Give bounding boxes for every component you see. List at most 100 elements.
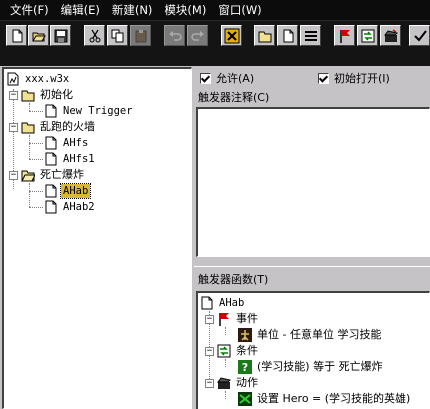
tree-root-label: xxx.w3x xyxy=(25,73,70,85)
tree-trigger-label: New Trigger xyxy=(63,105,133,117)
function-root-item[interactable]: AHab xyxy=(200,295,246,311)
paste-button[interactable] xyxy=(130,25,151,46)
menu-window[interactable]: 窗口(W) xyxy=(212,0,267,20)
open-folder-icon xyxy=(31,32,46,41)
tree-guide-line xyxy=(29,191,43,192)
initially-on-checkbox[interactable] xyxy=(318,72,329,84)
collapse-toggle[interactable]: − xyxy=(9,91,18,100)
new-comment-button[interactable] xyxy=(300,25,321,46)
set-variable-icon xyxy=(238,392,252,406)
new-category-icon xyxy=(258,31,271,42)
tree-trigger-item[interactable]: AHab2 xyxy=(44,199,97,215)
new-category-button[interactable] xyxy=(254,25,275,46)
new-condition-button[interactable] xyxy=(357,25,378,46)
tree-guide-line xyxy=(225,359,226,367)
unit-event-icon xyxy=(238,328,252,342)
condition-text: (学习技能) 等于 死亡爆炸 xyxy=(257,360,383,373)
tree-trigger-label: AHfs1 xyxy=(63,153,95,165)
trigger-file-icon xyxy=(44,200,58,214)
redo-icon xyxy=(190,30,204,41)
events-label: 事件 xyxy=(236,312,258,325)
menu-edit[interactable]: 编辑(E) xyxy=(55,0,106,20)
tree-trigger-item-selected[interactable]: AHab xyxy=(44,183,92,199)
trigger-file-icon xyxy=(44,136,58,150)
events-node[interactable]: 事件 xyxy=(217,311,260,327)
tree-category-label: 初始化 xyxy=(40,88,73,101)
tree-trigger-label: AHab2 xyxy=(63,201,95,213)
action-item[interactable]: 设置 Hero = (学习技能的英雄) xyxy=(238,391,412,407)
new-condition-icon xyxy=(361,29,374,42)
tree-trigger-item[interactable]: AHfs xyxy=(44,135,90,151)
comment-textarea[interactable] xyxy=(196,107,430,257)
menu-new[interactable]: 新建(N) xyxy=(106,0,159,20)
tree-trigger-item[interactable]: New Trigger xyxy=(44,103,135,119)
initially-on-checkbox-row[interactable]: 初始打开(I) xyxy=(318,70,390,86)
tree-guide-line xyxy=(225,391,226,399)
new-action-icon xyxy=(383,28,398,42)
tree-category-death-explosion[interactable]: 死亡爆炸 xyxy=(21,167,86,183)
collapse-toggle[interactable]: − xyxy=(9,171,18,180)
event-text: 单位 - 任意单位 学习技能 xyxy=(257,328,382,341)
copy-icon xyxy=(111,29,123,42)
enabled-label: 允许(A) xyxy=(216,72,255,85)
redo-button[interactable] xyxy=(187,25,208,46)
tree-root-item[interactable]: xxx.w3x xyxy=(6,71,71,87)
enabled-checkbox[interactable] xyxy=(200,72,211,84)
collapse-toggle[interactable]: − xyxy=(205,315,214,324)
menu-file[interactable]: 文件(F) xyxy=(0,0,55,20)
condition-item[interactable]: ? (学习技能) 等于 死亡爆炸 xyxy=(238,359,385,375)
tree-trigger-label: AHab xyxy=(59,183,92,199)
tree-category-label: 乱跑的火墙 xyxy=(40,120,95,133)
undo-button[interactable] xyxy=(164,25,185,46)
tree-category-firewall[interactable]: 乱跑的火墙 xyxy=(21,119,97,135)
trigger-properties-panel: 允许(A) 初始打开(I) 触发器注释(C) xyxy=(194,67,430,265)
condition-icon xyxy=(217,344,231,358)
conditions-node[interactable]: 条件 xyxy=(217,343,260,359)
tree-guide-line xyxy=(29,103,30,111)
tree-guide-line xyxy=(29,159,43,160)
collapse-toggle[interactable]: − xyxy=(205,347,214,356)
condition-question-icon: ? xyxy=(238,360,252,374)
new-trigger-button[interactable] xyxy=(277,25,298,46)
event-item[interactable]: 单位 - 任意单位 学习技能 xyxy=(238,327,383,343)
new-action-button[interactable] xyxy=(380,25,401,46)
enabled-checkbox-row[interactable]: 允许(A) xyxy=(200,70,254,86)
functions-tree[interactable]: AHab − 事件 单位 - 任意单位 学习技能 − 条件 ? (学习技能) 等… xyxy=(196,291,430,409)
trigger-tree-panel[interactable]: xxx.w3x − 初始化 New Trigger − 乱跑的火墙 AHfs A… xyxy=(2,67,192,409)
folder-icon xyxy=(21,88,35,102)
new-event-button[interactable] xyxy=(334,25,355,46)
menu-bar: 文件(F) 编辑(E) 新建(N) 模块(M) 窗口(W) xyxy=(0,0,430,21)
new-comment-icon xyxy=(304,30,317,41)
collapse-toggle[interactable]: − xyxy=(205,379,214,388)
tree-trigger-item[interactable]: AHfs1 xyxy=(44,151,97,167)
save-button[interactable] xyxy=(50,25,71,46)
actions-label: 动作 xyxy=(236,376,258,389)
delete-button[interactable] xyxy=(221,25,242,46)
collapse-toggle[interactable]: − xyxy=(9,123,18,132)
paste-icon xyxy=(135,29,146,42)
tree-guide-line xyxy=(225,327,226,335)
tree-category-label: 死亡爆炸 xyxy=(40,168,84,181)
trigger-file-icon xyxy=(44,152,58,166)
action-clapper-icon xyxy=(217,376,231,390)
new-map-button[interactable] xyxy=(6,25,27,46)
test-map-button[interactable] xyxy=(409,25,430,46)
tree-trigger-label: AHfs xyxy=(63,137,89,149)
trigger-editor-window: 文件(F) 编辑(E) 新建(N) 模块(M) 窗口(W) xxx.w3x − … xyxy=(0,0,430,409)
open-button[interactable] xyxy=(28,25,49,46)
cut-icon xyxy=(89,29,100,42)
copy-button[interactable] xyxy=(107,25,128,46)
cut-button[interactable] xyxy=(84,25,105,46)
trigger-tree: xxx.w3x − 初始化 New Trigger − 乱跑的火墙 AHfs A… xyxy=(4,69,191,408)
conditions-label: 条件 xyxy=(236,344,258,357)
tree-category-init[interactable]: 初始化 xyxy=(21,87,75,103)
map-file-icon xyxy=(6,72,20,86)
svg-text:?: ? xyxy=(242,361,248,374)
actions-node[interactable]: 动作 xyxy=(217,375,260,391)
trigger-file-icon xyxy=(44,184,58,198)
initially-on-label: 初始打开(I) xyxy=(334,72,390,85)
functions-label: 触发器函数(T) xyxy=(198,273,269,286)
new-map-icon xyxy=(12,29,22,42)
menu-module[interactable]: 模块(M) xyxy=(158,0,212,20)
new-event-icon xyxy=(339,29,350,43)
